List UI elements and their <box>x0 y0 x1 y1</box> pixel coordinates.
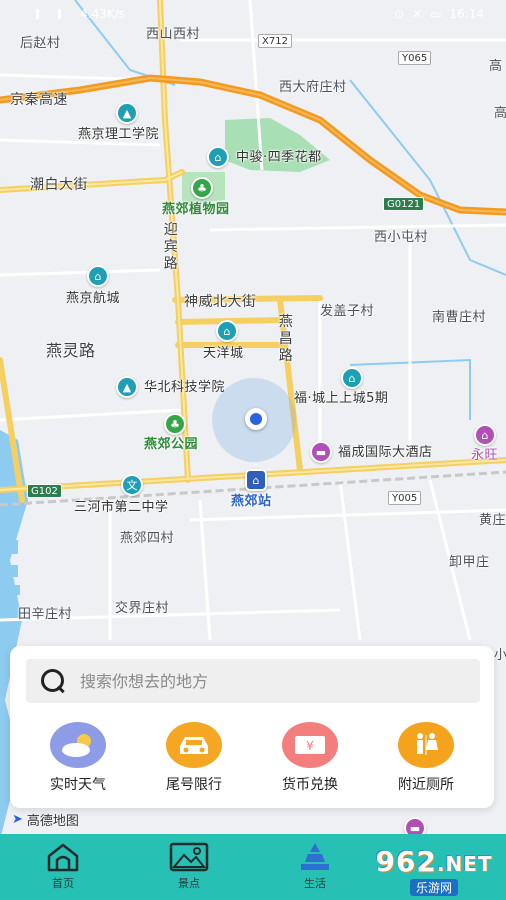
place-label: 小 <box>494 648 506 663</box>
search-panel: 实时天气 尾号限行 ¥ 货币兑换 <box>10 646 494 808</box>
status-bar: 4.43K/s ⊙ ✕ ▭ 16:14 <box>0 0 506 28</box>
train-station-icon[interactable]: ⌂ <box>245 469 267 491</box>
search-bar[interactable] <box>26 659 480 703</box>
place-label: 黄庄 <box>479 513 506 528</box>
tool-nearby-toilet[interactable]: 附近厕所 <box>376 722 476 794</box>
poi-label[interactable]: 燕郊站 <box>231 494 272 510</box>
tool-label: 附近厕所 <box>398 777 454 793</box>
place-label: 高 <box>489 59 503 74</box>
current-location-icon[interactable] <box>245 408 267 430</box>
quick-tools: 实时天气 尾号限行 ¥ 货币兑换 附近厕所 <box>10 722 494 794</box>
tab-label: 景点 <box>178 877 200 890</box>
road-label-shenwei: 神威北大街 <box>184 294 257 310</box>
tab-life[interactable]: 生活 <box>252 834 378 900</box>
road-label-jingqin: 京秦高速 <box>10 92 68 108</box>
residence-icon[interactable]: ⌂ <box>87 265 109 287</box>
poi-label[interactable]: 华北科技学院 <box>144 380 225 396</box>
place-label: 南曹庄村 <box>432 310 487 325</box>
mute-icon: ✕ <box>412 7 423 21</box>
poi-label[interactable]: 福·城上上城5期 <box>294 391 388 407</box>
clock: 16:14 <box>449 7 484 21</box>
svg-text:¥: ¥ <box>306 739 314 753</box>
tool-plate-restriction[interactable]: 尾号限行 <box>144 722 244 794</box>
residence-icon[interactable]: ⌂ <box>207 146 229 168</box>
road-shield-g102: G102 <box>27 484 62 498</box>
tool-label: 尾号限行 <box>166 777 222 793</box>
tool-label: 货币兑换 <box>282 777 338 793</box>
tool-weather[interactable]: 实时天气 <box>28 722 128 794</box>
signal-icon <box>58 9 72 19</box>
poi-label[interactable]: 燕京理工学院 <box>78 127 159 143</box>
school-icon[interactable]: 文 <box>121 474 143 496</box>
place-label: 交界庄村 <box>115 601 170 616</box>
signal-icon <box>36 9 50 19</box>
park-icon[interactable]: ♣ <box>191 177 213 199</box>
poi-label[interactable]: 永旺 <box>471 448 498 464</box>
tab-scenic[interactable]: 景点 <box>126 834 252 900</box>
home-icon <box>47 843 79 872</box>
residence-icon[interactable]: ⌂ <box>341 367 363 389</box>
road-shield-x712: X712 <box>258 34 292 48</box>
currency-icon: ¥ <box>282 722 338 768</box>
toilet-icon <box>398 722 454 768</box>
road-shield-y065: Y065 <box>398 51 432 65</box>
place-label: 西山西村 <box>146 27 201 42</box>
watermark-logo: 962.NET 乐游网 <box>368 848 500 896</box>
network-speed: 4.43K/s <box>80 7 125 21</box>
road-shield-g0121: G0121 <box>383 197 425 211</box>
weather-icon <box>50 722 106 768</box>
mall-icon[interactable]: ⌂ <box>474 424 496 446</box>
poi-label[interactable]: 中骏·四季花都 <box>236 150 322 166</box>
battery-icon: ▭ <box>430 7 442 21</box>
poi-label[interactable]: 燕京航城 <box>66 291 120 307</box>
school-icon[interactable]: ▲ <box>116 376 138 398</box>
place-label: 发盖子村 <box>320 304 375 319</box>
poi-label[interactable]: 燕郊公园 <box>144 437 198 453</box>
poi-label[interactable]: 福成国际大酒店 <box>338 445 433 461</box>
poi-label[interactable]: 天洋城 <box>203 346 244 362</box>
search-icon <box>40 668 66 694</box>
tower-icon <box>301 843 329 870</box>
place-label: 卸甲庄 <box>449 555 490 570</box>
road-label-chaobai: 潮白大街 <box>30 177 88 193</box>
poi-label[interactable]: 燕郊植物园 <box>162 202 230 218</box>
tool-label: 实时天气 <box>50 777 106 793</box>
map-attribution: ➤ 高德地图 <box>12 810 79 829</box>
tool-currency-exchange[interactable]: ¥ 货币兑换 <box>260 722 360 794</box>
road-label-yanchang: 燕昌路 <box>278 314 294 364</box>
residence-icon[interactable]: ⌂ <box>216 320 238 342</box>
place-label: 后赵村 <box>20 36 61 51</box>
attribution-text: 高德地图 <box>26 814 79 829</box>
poi-label[interactable]: 三河市第二中学 <box>74 500 169 516</box>
car-icon <box>166 722 222 768</box>
place-label: 燕郊四村 <box>120 531 175 546</box>
alarm-icon: ⊙ <box>393 7 404 21</box>
park-icon[interactable]: ♣ <box>164 413 186 435</box>
road-label-yanling: 燕灵路 <box>46 341 96 360</box>
search-input[interactable] <box>80 671 440 691</box>
school-icon[interactable]: ▲ <box>116 102 138 124</box>
place-label: 高 <box>494 106 506 121</box>
hotel-icon[interactable]: ▬ <box>310 441 332 463</box>
road-label-yingbin: 迎宾路 <box>163 222 179 272</box>
place-label: 西小屯村 <box>374 230 429 245</box>
tab-home[interactable]: 首页 <box>0 834 126 900</box>
road-shield-y005: Y005 <box>388 491 422 505</box>
watermark-subtitle: 乐游网 <box>409 879 458 896</box>
watermark-number: 962.NET <box>375 845 493 878</box>
navigation-arrow-icon: ➤ <box>12 812 23 827</box>
tab-label: 生活 <box>304 877 326 890</box>
image-icon <box>169 842 209 872</box>
tab-label: 首页 <box>52 877 74 890</box>
place-label: 田辛庄村 <box>18 607 73 622</box>
place-label: 西大府庄村 <box>279 80 347 95</box>
